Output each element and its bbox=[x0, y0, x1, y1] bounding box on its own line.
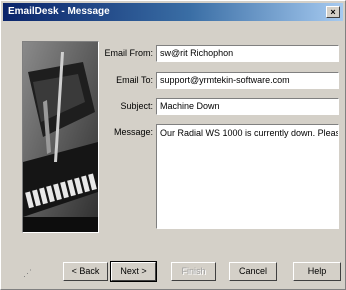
subject-field[interactable]: Machine Down bbox=[156, 98, 339, 115]
resize-grip-icon[interactable]: ⋰ bbox=[23, 269, 32, 278]
email-from-label: Email From: bbox=[104, 48, 153, 58]
piano-photo-illustration bbox=[23, 42, 98, 232]
help-button[interactable]: Help bbox=[293, 262, 341, 281]
piano-photo-icon bbox=[22, 41, 99, 233]
cancel-button[interactable]: Cancel bbox=[229, 262, 277, 281]
subject-label: Subject: bbox=[120, 101, 153, 111]
back-button[interactable]: < Back bbox=[63, 262, 108, 281]
email-from-field[interactable]: sw@rit Richophon bbox=[156, 45, 339, 62]
message-textarea[interactable]: Our Radial WS 1000 is currently down. Pl… bbox=[156, 124, 339, 229]
dialog-window: EmailDesk - Message × Email From: sw@rit… bbox=[0, 0, 346, 290]
finish-button[interactable]: Finish bbox=[171, 262, 216, 281]
title-bar[interactable]: EmailDesk - Message × bbox=[3, 3, 343, 21]
window-title: EmailDesk - Message bbox=[8, 6, 110, 17]
email-to-label: Email To: bbox=[116, 75, 153, 85]
email-to-field[interactable]: support@yrmtekin-software.com bbox=[156, 72, 339, 89]
close-button[interactable]: × bbox=[326, 6, 340, 18]
message-label: Message: bbox=[113, 127, 153, 137]
next-button[interactable]: Next > bbox=[110, 261, 157, 282]
